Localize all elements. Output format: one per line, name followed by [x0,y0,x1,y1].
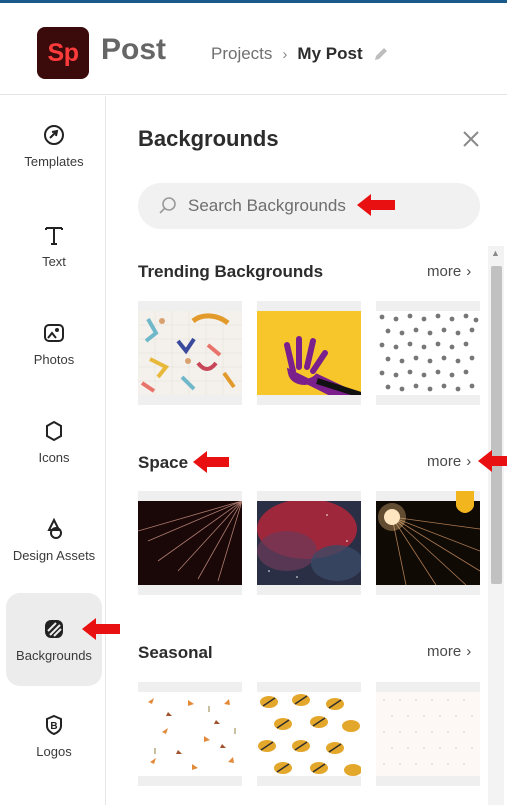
background-thumb-leaf-pattern[interactable] [257,682,361,786]
more-link-trending[interactable]: more › [427,263,471,280]
rail-label: Design Assets [12,548,96,563]
more-label: more [427,453,462,470]
icons-icon [41,418,67,444]
section-title-space: Space [138,453,189,472]
chevron-right-icon: › [466,263,472,280]
background-thumb-fall-pattern[interactable] [138,682,242,786]
annotation-arrow-icon [478,450,507,472]
panel-title: Backgrounds [138,126,279,151]
background-thumb-purple-hand[interactable] [257,301,361,405]
background-thumb-light-dots[interactable] [376,682,480,786]
background-thumb-sun-burst[interactable] [376,491,480,595]
rail-label: Templates [24,154,84,169]
more-label: more [427,643,462,660]
chevron-right-icon: › [282,45,288,63]
background-thumb-red-nebula[interactable] [257,491,361,595]
more-link-seasonal[interactable]: more › [427,643,471,660]
rail-label: Backgrounds [16,648,92,663]
pencil-icon[interactable] [372,45,390,63]
rail-label: Text [42,254,66,269]
logos-icon: B [41,712,67,738]
left-rail: Templates Text Photos Icons Design Asset… [0,96,106,805]
templates-icon [41,122,67,148]
app-header: Sp Post Projects › My Post [0,3,507,95]
rail-item-design-assets[interactable]: Design Assets [6,516,102,563]
app-logo[interactable]: Sp [37,27,89,79]
section-title-trending: Trending Backgrounds [138,262,324,281]
background-thumb-dot-pattern[interactable] [376,301,480,405]
background-thumb-yoga-people[interactable] [138,301,242,405]
photos-icon [41,320,67,346]
more-label: more [427,263,462,280]
close-panel-button[interactable] [460,128,482,150]
rail-label: Photos [33,352,75,367]
breadcrumb: Projects › My Post [211,44,390,64]
text-icon [41,222,67,248]
logo-text: Sp [47,38,79,67]
background-thumb-dark-rays[interactable] [138,491,242,595]
close-icon [463,131,479,147]
breadcrumb-projects-link[interactable]: Projects [211,44,272,64]
rail-label: Logos [36,744,72,759]
design-assets-icon [41,516,67,542]
project-title[interactable]: My Post [297,44,362,64]
rail-item-icons[interactable]: Icons [6,418,102,465]
rail-label: Icons [38,450,70,465]
rail-item-text[interactable]: Text [6,222,102,269]
search-field[interactable] [138,183,480,229]
rail-item-templates[interactable]: Templates [6,122,102,169]
section-title-seasonal: Seasonal [138,643,213,662]
premium-crown-icon [456,491,474,513]
svg-text:B: B [50,721,57,732]
rail-item-photos[interactable]: Photos [6,320,102,367]
scrollbar-thumb[interactable] [491,266,502,584]
scroll-up-arrow-icon[interactable]: ▲ [491,248,500,258]
more-link-space[interactable]: more › [427,453,471,470]
annotation-arrow-icon [357,194,395,216]
rail-item-logos[interactable]: B Logos [6,712,102,759]
annotation-arrow-icon [82,618,120,640]
chevron-right-icon: › [466,453,472,470]
annotation-arrow-icon [193,451,229,473]
backgrounds-icon [41,616,67,642]
search-icon [159,197,176,214]
chevron-right-icon: › [466,643,472,660]
app-name: Post [101,33,167,66]
